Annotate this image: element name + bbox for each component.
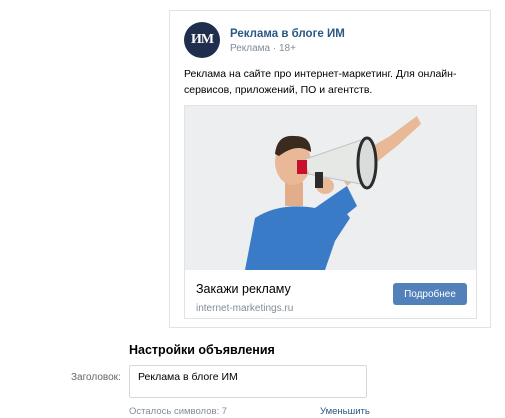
settings-heading: Настройки объявления bbox=[129, 343, 275, 357]
community-name[interactable]: Реклама в блоге ИМ bbox=[230, 28, 345, 40]
megaphone-man-photo-icon bbox=[185, 106, 476, 270]
headline-label: Заголовок: bbox=[71, 372, 121, 383]
community-avatar[interactable]: ИМ bbox=[184, 22, 220, 58]
promo-title[interactable]: Закажи рекламу bbox=[196, 282, 291, 296]
reduce-link[interactable]: Уменьшить bbox=[320, 406, 370, 417]
chars-left-counter: Осталось символов: 7 bbox=[129, 406, 228, 417]
more-button[interactable]: Подробнее bbox=[393, 283, 467, 305]
post-text: Реклама на сайте про интернет-маркетинг.… bbox=[184, 68, 457, 96]
headline-input[interactable]: Реклама в блоге ИМ bbox=[129, 365, 367, 398]
promo-image[interactable] bbox=[185, 106, 476, 270]
promo-domain[interactable]: internet-marketings.ru bbox=[196, 303, 293, 314]
post-meta: Реклама · 18+ bbox=[230, 43, 296, 54]
ad-preview-card: ИМ Реклама в блоге ИМ Реклама · 18+ Рекл… bbox=[169, 10, 491, 328]
promo-block[interactable]: Закажи рекламу internet-marketings.ru По… bbox=[184, 105, 477, 319]
